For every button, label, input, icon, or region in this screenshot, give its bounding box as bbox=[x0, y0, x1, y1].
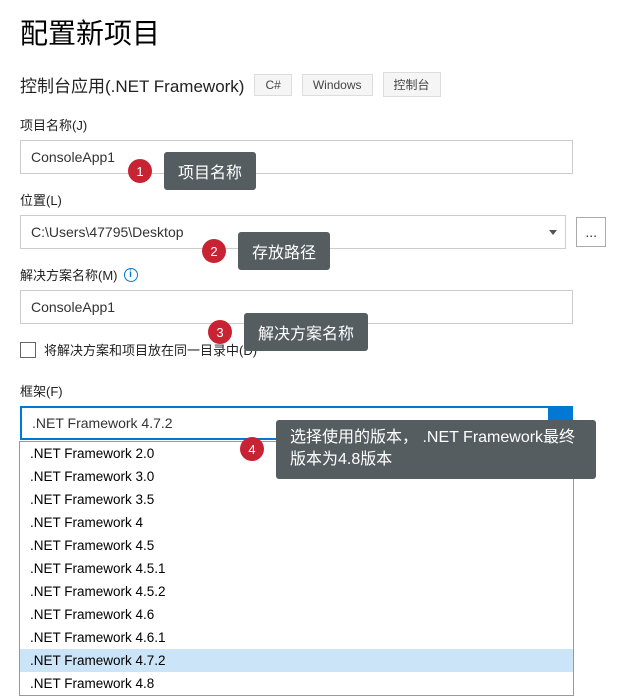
callout-text: 解决方案名称 bbox=[244, 313, 368, 351]
info-icon[interactable]: i bbox=[124, 268, 138, 282]
framework-option[interactable]: .NET Framework 4.6 bbox=[20, 603, 573, 626]
tag-type: 控制台 bbox=[383, 72, 441, 97]
callout-number: 1 bbox=[128, 159, 152, 183]
callout-4: 4 选择使用的版本， .NET Framework最终版本为4.8版本 bbox=[240, 420, 596, 479]
same-directory-checkbox[interactable] bbox=[20, 342, 36, 358]
callout-text: 项目名称 bbox=[164, 152, 256, 190]
callout-text: 存放路径 bbox=[238, 232, 330, 270]
framework-option[interactable]: .NET Framework 4.5 bbox=[20, 534, 573, 557]
framework-label: 框架(F) bbox=[20, 381, 606, 400]
framework-option[interactable]: .NET Framework 3.5 bbox=[20, 488, 573, 511]
callout-text: 选择使用的版本， .NET Framework最终版本为4.8版本 bbox=[276, 420, 596, 479]
callout-number: 4 bbox=[240, 437, 264, 461]
tag-language: C# bbox=[254, 74, 291, 96]
callout-number: 2 bbox=[202, 239, 226, 263]
solution-name-label-text: 解决方案名称(M) bbox=[20, 265, 118, 284]
framework-option-selected[interactable]: .NET Framework 4.7.2 bbox=[20, 649, 573, 672]
callout-3: 3 解决方案名称 bbox=[208, 313, 368, 351]
page-title: 配置新项目 bbox=[20, 12, 606, 52]
callout-1: 1 项目名称 bbox=[128, 152, 256, 190]
callout-number: 3 bbox=[208, 320, 232, 344]
location-label: 位置(L) bbox=[20, 190, 606, 209]
framework-option[interactable]: .NET Framework 4.5.1 bbox=[20, 557, 573, 580]
framework-option[interactable]: .NET Framework 4.5.2 bbox=[20, 580, 573, 603]
framework-option[interactable]: .NET Framework 4.8 bbox=[20, 672, 573, 695]
project-name-input[interactable] bbox=[20, 140, 573, 174]
project-type-label: 控制台应用(.NET Framework) bbox=[20, 72, 244, 97]
framework-option[interactable]: .NET Framework 4.6.1 bbox=[20, 626, 573, 649]
framework-dropdown-list: .NET Framework 2.0 .NET Framework 3.0 .N… bbox=[19, 441, 574, 696]
project-name-label: 项目名称(J) bbox=[20, 115, 606, 134]
callout-2: 2 存放路径 bbox=[202, 232, 330, 270]
project-name-field: 项目名称(J) bbox=[20, 115, 606, 174]
chevron-down-icon bbox=[549, 230, 557, 235]
tag-platform: Windows bbox=[302, 74, 373, 96]
framework-option[interactable]: .NET Framework 4 bbox=[20, 511, 573, 534]
browse-button[interactable]: ... bbox=[576, 217, 606, 247]
location-dropdown-toggle[interactable] bbox=[541, 216, 565, 248]
project-type-row: 控制台应用(.NET Framework) C# Windows 控制台 bbox=[20, 72, 606, 97]
